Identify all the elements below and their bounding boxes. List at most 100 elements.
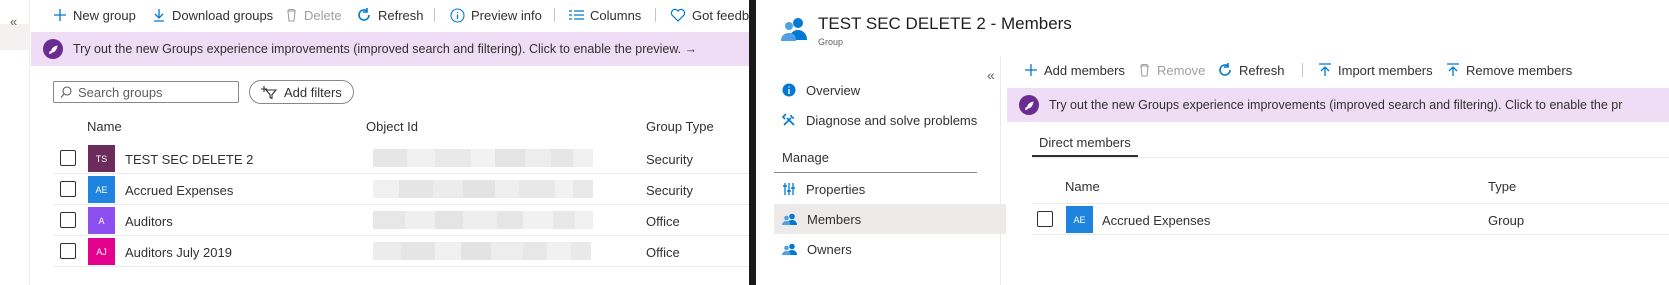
left-collapsed-nav: «	[0, 0, 30, 285]
blade-menu-divider	[1000, 56, 1001, 285]
upload-icon	[1318, 63, 1332, 77]
avatar: AE	[88, 176, 115, 203]
search-placeholder: Search groups	[78, 84, 163, 100]
feedback-label: Got feedb	[692, 7, 749, 23]
table-row[interactable]: TS TEST SEC DELETE 2 Security	[53, 143, 749, 174]
add-members-button[interactable]: Add members	[1024, 60, 1125, 80]
search-icon	[60, 86, 72, 98]
add-filter-icon	[260, 85, 278, 99]
wrench-icon	[782, 113, 796, 127]
table-row[interactable]: A Auditors Office	[53, 205, 749, 236]
columns-button[interactable]: Columns	[569, 5, 641, 25]
row-checkbox[interactable]	[60, 243, 76, 259]
refresh-icon	[356, 7, 372, 23]
feedback-button[interactable]: Got feedb	[670, 5, 749, 25]
nav-members[interactable]: Members	[774, 204, 1006, 234]
owners-icon	[782, 243, 797, 255]
members-blade: TEST SEC DELETE 2 - Members Group « Over…	[749, 0, 1669, 285]
group-type: Office	[646, 214, 680, 229]
download-groups-button[interactable]: Download groups	[152, 5, 273, 25]
nav-members-label: Members	[807, 211, 862, 227]
nav-divider	[774, 172, 977, 173]
nav-owners[interactable]: Owners	[774, 234, 1006, 264]
trash-icon	[285, 8, 298, 22]
row-checkbox[interactable]	[60, 181, 76, 197]
group-name[interactable]: TEST SEC DELETE 2	[125, 152, 253, 167]
tab-underline	[1032, 157, 1669, 158]
download-groups-label: Download groups	[172, 7, 274, 23]
manage-heading: Manage	[782, 150, 829, 165]
toolbar-divider	[1302, 63, 1303, 77]
nav-properties[interactable]: Properties	[774, 174, 1006, 204]
trash-icon	[1138, 63, 1151, 77]
nav-overview[interactable]: Overview	[774, 75, 1006, 105]
avatar: TS	[88, 145, 115, 172]
upload-icon	[1446, 63, 1460, 77]
group-type: Office	[646, 245, 680, 260]
members-icon	[782, 213, 797, 225]
remove-label: Remove	[1157, 62, 1206, 78]
nav-owners-label: Owners	[807, 241, 852, 257]
column-header-name[interactable]: Name	[1065, 179, 1100, 194]
nav-diagnose[interactable]: Diagnose and solve problems	[774, 105, 1006, 135]
row-checkbox[interactable]	[60, 150, 76, 166]
remove-button[interactable]: Remove	[1138, 60, 1205, 80]
nav-overview-label: Overview	[806, 82, 861, 98]
import-members-label: Import members	[1338, 62, 1433, 78]
refresh-button[interactable]: Refresh	[356, 5, 424, 25]
preview-info-button[interactable]: Preview info	[450, 5, 542, 25]
group-name[interactable]: Auditors July 2019	[125, 245, 232, 260]
member-type: Group	[1488, 213, 1525, 228]
delete-label: Delete	[304, 7, 342, 23]
banner-text: Try out the new Groups experience improv…	[73, 42, 698, 56]
groups-pane: New group Download groups Delete Refresh…	[31, 0, 749, 285]
collapse-nav-icon[interactable]: «	[10, 14, 17, 29]
members-preview-banner[interactable]: Try out the new Groups experience improv…	[1007, 88, 1669, 122]
blade-subtitle: Group	[818, 37, 844, 47]
toolbar-divider	[434, 8, 435, 22]
group-name[interactable]: Auditors	[125, 214, 173, 229]
column-header-object-id[interactable]: Object Id	[366, 119, 418, 134]
toolbar-divider	[554, 8, 555, 22]
toolbar-divider	[655, 8, 656, 22]
info-icon	[782, 83, 796, 97]
info-icon	[450, 7, 465, 23]
column-header-group-type[interactable]: Group Type	[646, 119, 714, 134]
row-checkbox[interactable]	[60, 212, 76, 228]
redacted-object-id	[373, 180, 593, 198]
new-group-label: New group	[73, 7, 136, 23]
members-refresh-label: Refresh	[1239, 62, 1285, 78]
banner-text: Try out the new Groups experience improv…	[1049, 98, 1623, 112]
table-row[interactable]: AE Accrued Expenses Group	[1032, 203, 1669, 235]
avatar: A	[88, 207, 115, 234]
group-type: Security	[646, 183, 693, 198]
add-filters-button[interactable]: Add filters	[249, 80, 354, 104]
rocket-icon	[43, 39, 63, 59]
nav-diagnose-label: Diagnose and solve problems	[806, 112, 978, 128]
table-row[interactable]: AE Accrued Expenses Security	[53, 174, 749, 205]
column-header-type[interactable]: Type	[1488, 179, 1516, 194]
redacted-object-id	[373, 211, 593, 229]
column-header-name[interactable]: Name	[87, 119, 122, 134]
group-name[interactable]: Accrued Expenses	[125, 183, 233, 198]
rocket-icon	[1019, 95, 1039, 115]
download-icon	[152, 8, 166, 22]
search-groups-input[interactable]: Search groups	[53, 81, 239, 103]
row-checkbox[interactable]	[1037, 211, 1053, 227]
add-filters-label: Add filters	[284, 84, 342, 100]
redacted-object-id	[373, 149, 593, 167]
plus-icon	[53, 8, 67, 22]
nav-properties-label: Properties	[806, 181, 866, 197]
plus-icon	[1024, 63, 1038, 77]
preview-banner[interactable]: Try out the new Groups experience improv…	[31, 32, 749, 66]
new-group-button[interactable]: New group	[53, 5, 136, 25]
member-name[interactable]: Accrued Expenses	[1102, 213, 1210, 228]
remove-members-button[interactable]: Remove members	[1446, 60, 1572, 80]
import-members-button[interactable]: Import members	[1318, 60, 1433, 80]
tab-direct-members[interactable]: Direct members	[1032, 135, 1138, 157]
avatar: AE	[1066, 206, 1093, 233]
table-row[interactable]: AJ Auditors July 2019 Office	[53, 236, 749, 267]
delete-button[interactable]: Delete	[285, 5, 342, 25]
columns-label: Columns	[590, 7, 642, 23]
members-refresh-button[interactable]: Refresh	[1217, 60, 1285, 80]
